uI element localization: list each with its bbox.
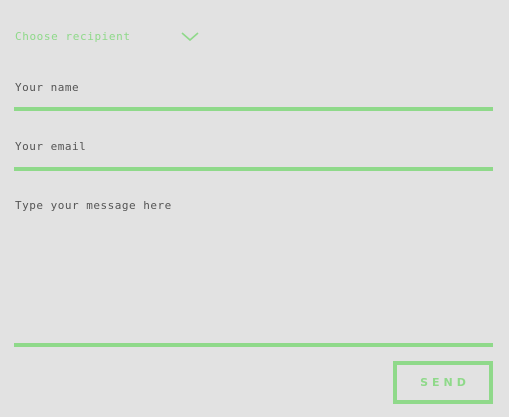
send-button-label: SEND xyxy=(420,376,470,389)
message-placeholder: Type your message here xyxy=(15,199,172,212)
send-button[interactable]: SEND xyxy=(393,361,493,404)
name-underline xyxy=(14,107,493,111)
message-textarea[interactable] xyxy=(14,193,493,341)
recipient-select[interactable]: Choose recipient xyxy=(14,27,200,49)
name-placeholder: Your name xyxy=(15,81,80,94)
message-underline xyxy=(14,343,493,347)
email-placeholder: Your email xyxy=(15,140,87,153)
email-underline xyxy=(14,167,493,171)
chevron-down-icon[interactable] xyxy=(180,29,200,43)
name-field[interactable] xyxy=(14,76,493,106)
recipient-placeholder: Choose recipient xyxy=(15,30,131,43)
